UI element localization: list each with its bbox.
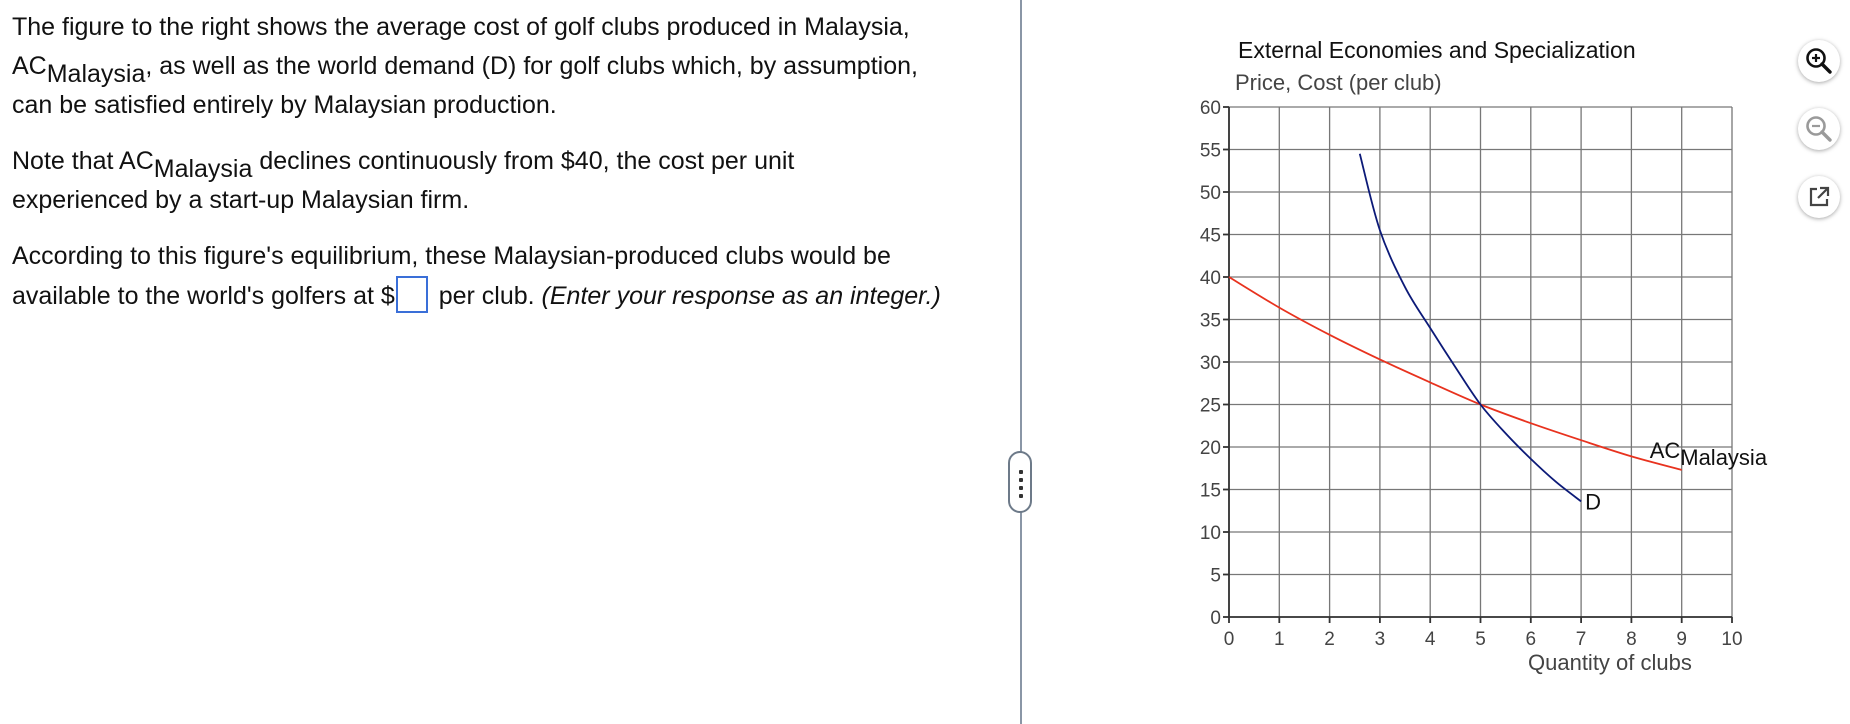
series-line-d bbox=[1358, 153, 1582, 503]
y-tick-label: 0 bbox=[1210, 608, 1221, 629]
series-label-d: D bbox=[1585, 489, 1601, 514]
chart-grid bbox=[1228, 106, 1733, 618]
y-tick-label: 55 bbox=[1200, 141, 1221, 162]
x-tick-label: 1 bbox=[1274, 629, 1285, 650]
question-paragraph-2: Note that ACMalaysia declines continuous… bbox=[12, 147, 795, 214]
question-paragraph-3: According to this figure's equilibrium, … bbox=[12, 237, 987, 316]
y-tick-label: 15 bbox=[1200, 481, 1221, 502]
x-tick-label: 4 bbox=[1425, 629, 1436, 650]
question-text: The figure to the right shows the averag… bbox=[12, 8, 987, 333]
x-tick-label: 7 bbox=[1576, 629, 1587, 650]
series-label-acmalaysia: ACMalaysia bbox=[1650, 438, 1768, 470]
chart: External Economies and Specialization Pr… bbox=[1200, 37, 1768, 675]
y-tick-label: 20 bbox=[1200, 438, 1221, 459]
x-tick-label: 5 bbox=[1475, 629, 1486, 650]
x-tick-label: 10 bbox=[1721, 629, 1742, 650]
x-tick-label: 8 bbox=[1626, 629, 1637, 650]
y-tick-label: 35 bbox=[1200, 311, 1221, 332]
external-link-icon bbox=[1809, 186, 1830, 207]
y-tick-label: 10 bbox=[1200, 523, 1221, 544]
zoom-in-icon bbox=[1806, 48, 1832, 74]
zoom-out-icon bbox=[1806, 116, 1832, 142]
y-tick-label: 50 bbox=[1200, 183, 1221, 204]
answer-input[interactable] bbox=[395, 276, 428, 313]
x-tick-label: 2 bbox=[1324, 629, 1335, 650]
y-tick-label: 30 bbox=[1200, 353, 1221, 374]
open-external-button[interactable] bbox=[1798, 176, 1840, 218]
x-axis-label: Quantity of clubs bbox=[1528, 650, 1692, 675]
y-tick-label: 60 bbox=[1200, 98, 1221, 119]
panel-divider bbox=[1020, 0, 1022, 724]
y-axis-ticks: 0 5 10 15 20 25 30 35 40 45 50 55 60 bbox=[1200, 98, 1229, 629]
x-axis-ticks: 0 1 2 3 4 5 6 7 8 9 10 bbox=[1224, 617, 1743, 650]
y-tick-label: 45 bbox=[1200, 226, 1221, 247]
zoom-in-button[interactable] bbox=[1798, 40, 1840, 82]
y-tick-label: 25 bbox=[1200, 396, 1221, 417]
y-tick-label: 40 bbox=[1200, 268, 1221, 289]
x-tick-label: 0 bbox=[1224, 629, 1235, 650]
x-tick-label: 9 bbox=[1676, 629, 1687, 650]
zoom-out-button[interactable] bbox=[1798, 108, 1840, 150]
chart-series: ACMalaysia D bbox=[1228, 153, 1768, 514]
x-tick-label: 6 bbox=[1526, 629, 1537, 650]
y-tick-label: 5 bbox=[1210, 566, 1221, 587]
question-paragraph-1: The figure to the right shows the averag… bbox=[12, 13, 918, 119]
y-axis-label: Price, Cost (per club) bbox=[1235, 70, 1442, 95]
x-tick-label: 3 bbox=[1375, 629, 1386, 650]
series-line-acmalaysia bbox=[1228, 276, 1682, 471]
divider-drag-handle[interactable] bbox=[1008, 451, 1032, 513]
chart-title: External Economies and Specialization bbox=[1238, 37, 1636, 63]
